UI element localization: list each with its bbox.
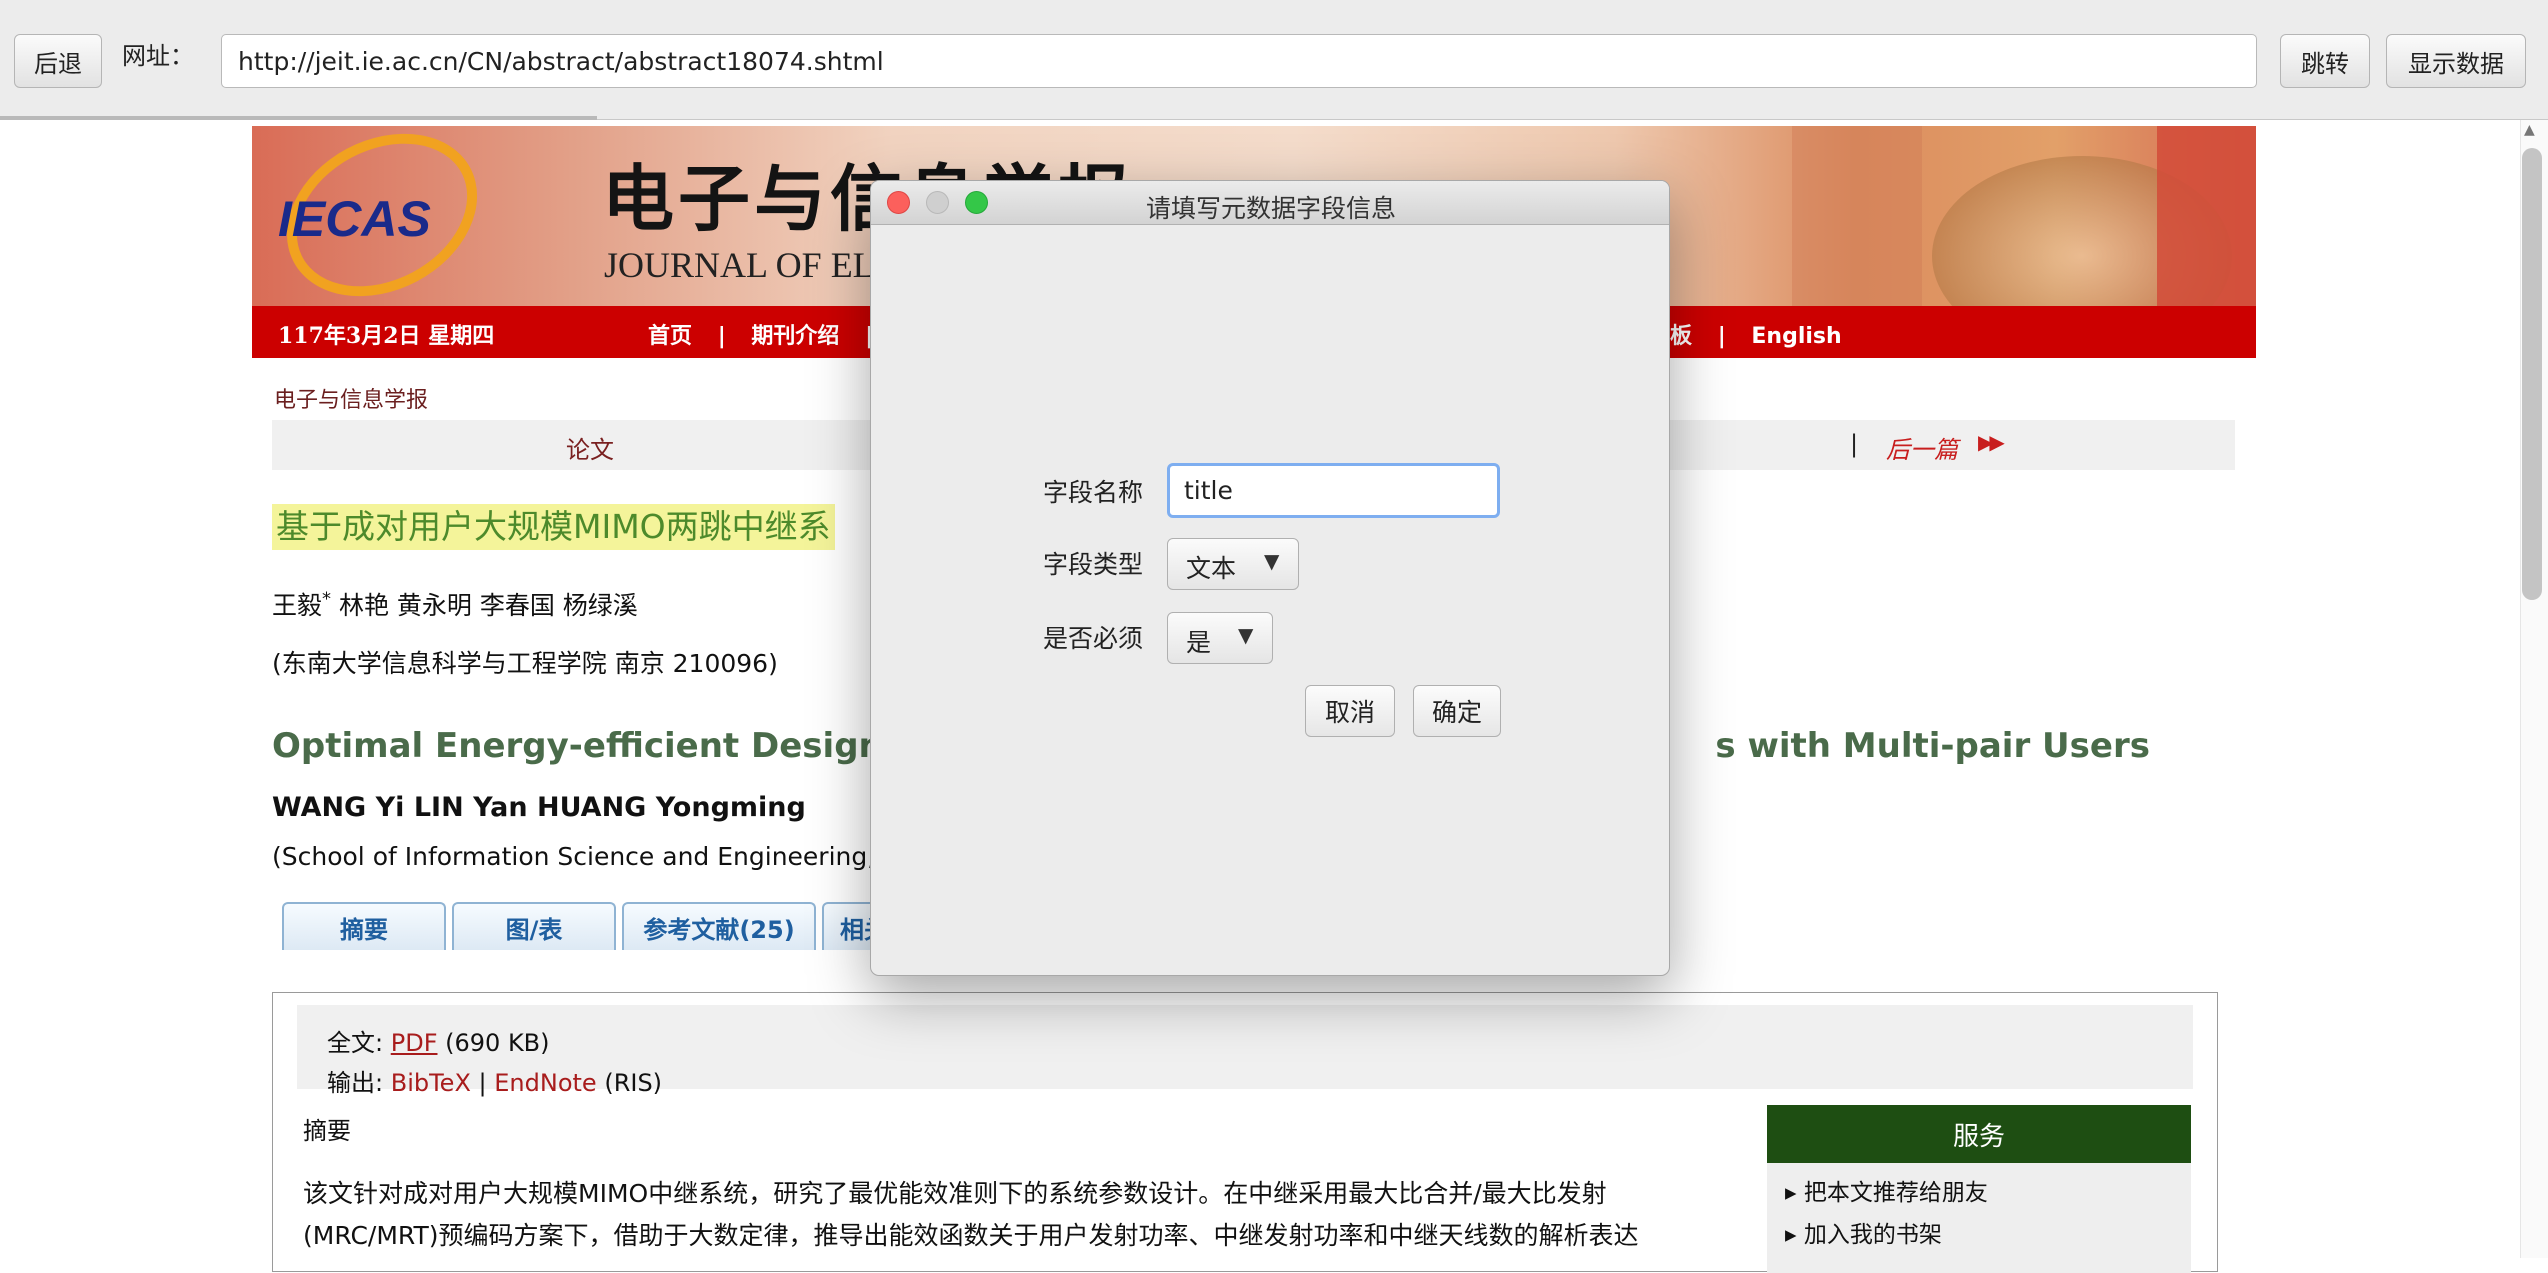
- bibtex-link[interactable]: BibTeX: [391, 1069, 471, 1097]
- chevron-down-icon: ▼: [1264, 549, 1280, 573]
- browser-toolbar: 后退 网址： 跳转 显示数据: [0, 0, 2548, 120]
- go-button[interactable]: 跳转: [2280, 34, 2370, 88]
- dialog-title-bar[interactable]: 请填写元数据字段信息: [871, 181, 1669, 225]
- pdf-size: (690 KB): [445, 1029, 550, 1057]
- banner-decoration: [1792, 126, 1922, 306]
- download-panel: 全文: PDF (690 KB) 输出: BibTeX | EndNote (R…: [297, 1005, 2193, 1097]
- back-button[interactable]: 后退: [14, 34, 102, 88]
- dialog-title: 请填写元数据字段信息: [1145, 194, 1396, 223]
- authors-cn: 王毅* 林艳 黄永明 李春国 杨绿溪: [272, 586, 638, 622]
- page-scrollbar-thumb[interactable]: [2522, 148, 2542, 600]
- service-panel-title: 服务: [1767, 1105, 2191, 1163]
- field-type-value: 文本: [1186, 554, 1237, 583]
- endnote-link[interactable]: EndNote: [494, 1069, 596, 1097]
- nav-link-journal-intro[interactable]: 期刊介绍: [751, 318, 839, 350]
- chevron-down-icon: ▼: [1238, 623, 1254, 647]
- service-item-recommend[interactable]: ▸ 把本文推荐给朋友: [1785, 1173, 1988, 1207]
- article-title-en-left: Optimal Energy-efficient Design f: [272, 726, 910, 766]
- nav-date: 117年3月2日 星期四: [278, 323, 495, 349]
- breadcrumb[interactable]: 电子与信息学报: [274, 382, 428, 414]
- nav-separator: |: [717, 324, 726, 349]
- export-separator: |: [478, 1069, 487, 1097]
- metadata-field-dialog: 请填写元数据字段信息 字段名称 字段类型 文本 ▼ 是否必须 是 ▼ 取消 确定: [870, 180, 1670, 976]
- export-label: 输出:: [327, 1069, 384, 1097]
- article-content-box: 全文: PDF (690 KB) 输出: BibTeX | EndNote (R…: [272, 992, 2218, 1273]
- url-input[interactable]: [221, 34, 2257, 88]
- authors-en: WANG Yi LIN Yan HUANG Yongming: [272, 792, 806, 823]
- service-item-label: 把本文推荐给朋友: [1803, 1180, 1988, 1206]
- nav-link-board[interactable]: 板: [1670, 318, 1692, 350]
- first-author-cn: 王毅: [272, 591, 323, 620]
- other-authors-cn: 林艳 黄永明 李春国 杨绿溪: [331, 591, 638, 620]
- abstract-text: 该文针对成对用户大规模MIMO中继系统，研究了最优能效准则下的系统参数设计。在中…: [303, 1179, 1639, 1250]
- abstract-heading: 摘要: [303, 1117, 351, 1145]
- nav-separator: |: [1717, 324, 1726, 349]
- field-type-label: 字段类型: [1043, 550, 1144, 579]
- affiliation-cn: (东南大学信息科学与工程学院 南京 210096): [272, 649, 778, 678]
- field-name-input[interactable]: [1167, 463, 1500, 518]
- page-load-progress-bar: [0, 116, 597, 120]
- corresponding-author-mark: *: [322, 588, 332, 610]
- affiliation-en: (School of Information Science and Engin…: [272, 842, 900, 871]
- pdf-link[interactable]: PDF: [391, 1029, 438, 1057]
- banner-title-en: JOURNAL OF ELE: [604, 245, 897, 285]
- service-item-bookshelf[interactable]: ▸ 加入我的书架: [1785, 1215, 1942, 1249]
- article-title-en-right: s with Multi-pair Users: [1715, 726, 2150, 766]
- banner-decoration: [2157, 126, 2256, 306]
- export-line: 输出: BibTeX | EndNote (RIS): [327, 1063, 662, 1098]
- required-value: 是: [1186, 628, 1212, 657]
- service-panel: ▸ 把本文推荐给朋友 ▸ 加入我的书架: [1767, 1163, 2191, 1273]
- url-label: 网址：: [122, 42, 194, 70]
- tab-references[interactable]: 参考文献(25): [622, 902, 816, 950]
- show-data-button[interactable]: 显示数据: [2386, 34, 2526, 88]
- ok-button[interactable]: 确定: [1413, 685, 1501, 737]
- ris-label: (RIS): [604, 1069, 663, 1097]
- section-label: 论文: [566, 436, 614, 464]
- scroll-up-arrow-icon[interactable]: ▲: [2524, 122, 2535, 138]
- required-select[interactable]: 是 ▼: [1167, 612, 1273, 664]
- field-type-select[interactable]: 文本 ▼: [1167, 538, 1299, 590]
- article-nav-separator: |: [1850, 430, 1859, 458]
- article-title-cn: 基于成对用户大规模MIMO两跳中继系: [272, 504, 835, 550]
- field-name-label: 字段名称: [1043, 478, 1144, 507]
- iecas-logo: IECAS: [278, 191, 431, 247]
- nav-link-home[interactable]: 首页: [648, 318, 692, 350]
- fulltext-line: 全文: PDF (690 KB): [327, 1023, 550, 1058]
- service-item-label: 加入我的书架: [1803, 1222, 1942, 1248]
- cancel-button[interactable]: 取消: [1305, 685, 1395, 737]
- tab-figures[interactable]: 图/表: [452, 902, 616, 950]
- next-article-link[interactable]: 后一篇: [1886, 430, 1958, 465]
- required-label: 是否必须: [1043, 624, 1144, 653]
- tab-abstract[interactable]: 摘要: [282, 902, 446, 950]
- fulltext-label: 全文:: [327, 1029, 384, 1057]
- next-arrow-icon[interactable]: ▶▶: [1978, 430, 2005, 454]
- nav-link-english[interactable]: English: [1751, 324, 1841, 349]
